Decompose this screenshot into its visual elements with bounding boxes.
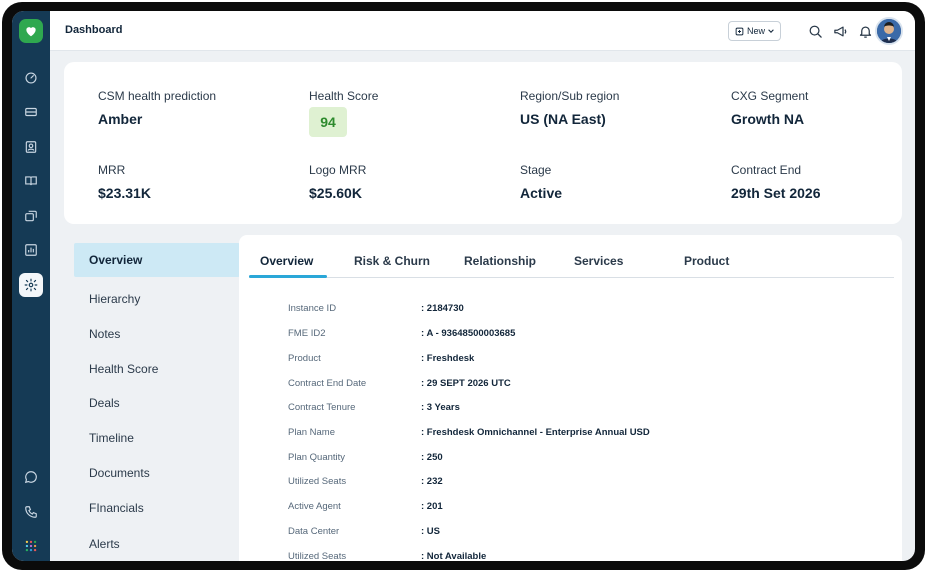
- new-button-label: New: [746, 26, 765, 36]
- phone-icon[interactable]: [19, 500, 43, 524]
- tab-risk-churn[interactable]: Risk & Churn: [354, 254, 430, 268]
- top-bar: Dashboard New: [50, 11, 915, 51]
- sidebar: [12, 11, 50, 561]
- settings-gear-icon[interactable]: [19, 273, 43, 297]
- tab-relationship[interactable]: Relationship: [464, 254, 536, 268]
- search-icon[interactable]: [807, 23, 823, 39]
- new-button[interactable]: New: [728, 21, 781, 41]
- metric-health-score: Health Score 94: [309, 89, 378, 137]
- metric-cxg-segment: CXG Segment Growth NA: [731, 89, 809, 127]
- section-nav: Overview Hierarchy Notes Health Score De…: [74, 243, 240, 561]
- detail-row: Product : Freshdesk: [288, 353, 475, 364]
- detail-row: FME ID2 : A - 93648500003685: [288, 328, 516, 339]
- metric-mrr: MRR $23.31K: [98, 163, 151, 201]
- tab-services[interactable]: Services: [574, 254, 623, 268]
- apps-grid-icon[interactable]: [19, 534, 43, 558]
- detail-row: Utilized Seats : Not Available: [288, 551, 487, 561]
- detail-row: Active Agent : 201: [288, 501, 443, 512]
- detail-row: Plan Name : Freshdesk Omnichannel - Ente…: [288, 427, 650, 438]
- page-title: Dashboard: [65, 24, 123, 36]
- tab-overview[interactable]: Overview: [260, 254, 313, 268]
- section-nav-documents[interactable]: Documents: [74, 456, 240, 490]
- user-avatar[interactable]: [875, 17, 903, 45]
- section-nav-hierarchy[interactable]: Hierarchy: [74, 282, 240, 316]
- section-nav-health-score[interactable]: Health Score: [74, 352, 240, 386]
- chevron-down-icon: [768, 29, 774, 33]
- tab-product[interactable]: Product: [684, 254, 729, 268]
- book-icon[interactable]: [19, 169, 43, 193]
- detail-row: Contract Tenure : 3 Years: [288, 402, 460, 413]
- detail-row: Data Center : US: [288, 526, 440, 537]
- metric-stage: Stage Active: [520, 163, 563, 201]
- plus-square-icon: [735, 27, 744, 35]
- metric-region: Region/Sub region US (NA East): [520, 89, 620, 127]
- detail-row: Contract End Date : 29 SEPT 2026 UTC: [288, 378, 511, 389]
- gauge-icon[interactable]: [19, 66, 43, 90]
- detail-panel: Overview Risk & Churn Relationship Servi…: [239, 235, 902, 561]
- bell-icon[interactable]: [857, 23, 873, 39]
- account-summary-card: CSM health prediction Amber Health Score…: [64, 62, 902, 224]
- app-logo-heart-icon[interactable]: [19, 19, 43, 43]
- detail-row: Instance ID : 2184730: [288, 303, 464, 314]
- section-nav-overview[interactable]: Overview: [74, 243, 240, 277]
- contacts-icon[interactable]: [19, 135, 43, 159]
- section-nav-alerts[interactable]: Alerts: [74, 527, 240, 561]
- detail-tabs: Overview Risk & Churn Relationship Servi…: [239, 235, 902, 279]
- ticket-icon[interactable]: [19, 100, 43, 124]
- metric-contract-end: Contract End 29th Set 2026: [731, 163, 821, 201]
- metric-csm-health: CSM health prediction Amber: [98, 89, 217, 127]
- section-nav-timeline[interactable]: Timeline: [74, 421, 240, 455]
- metric-logo-mrr: Logo MRR $25.60K: [309, 163, 367, 201]
- chat-icon[interactable]: [19, 465, 43, 489]
- detail-row: Plan Quantity : 250: [288, 452, 443, 463]
- section-nav-notes[interactable]: Notes: [74, 317, 240, 351]
- windows-icon[interactable]: [19, 204, 43, 228]
- megaphone-icon[interactable]: [832, 23, 848, 39]
- app-screen: Dashboard New CSM health prediction Ambe…: [12, 11, 915, 561]
- device-frame: Dashboard New CSM health prediction Ambe…: [2, 2, 925, 570]
- detail-row: Utilized Seats : 232: [288, 476, 443, 487]
- section-nav-deals[interactable]: Deals: [74, 386, 240, 420]
- section-nav-financials[interactable]: FInancials: [74, 491, 240, 525]
- tabs-divider: [249, 277, 894, 278]
- active-tab-indicator: [249, 275, 327, 278]
- reports-icon[interactable]: [19, 238, 43, 262]
- health-score-badge: 94: [309, 107, 347, 137]
